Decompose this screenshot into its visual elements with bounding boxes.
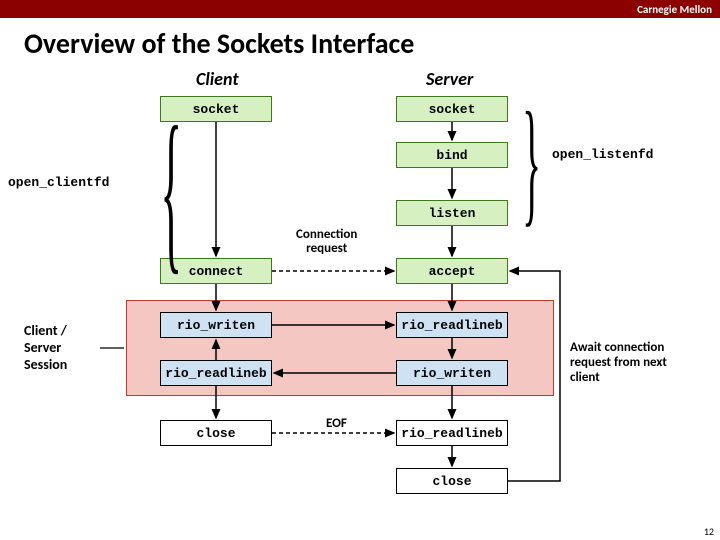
box-bind: bind (396, 142, 508, 168)
box-server-rio-writen: rio_writen (396, 360, 508, 386)
box-client-rio-writen: rio_writen (160, 312, 272, 338)
box-server-rio-readlineb-2: rio_readlineb (396, 420, 508, 446)
box-listen: listen (396, 200, 508, 226)
box-server-socket: socket (396, 96, 508, 122)
label-await: Await connection request from next clien… (570, 340, 680, 385)
server-column-header: Server (426, 68, 473, 90)
box-client-close: close (160, 420, 272, 446)
slide-title: Overview of the Sockets Interface (24, 26, 720, 61)
box-server-close: close (396, 468, 508, 494)
label-open-clientfd: open_clientfd (8, 175, 109, 190)
top-bar: Carnegie Mellon (0, 0, 720, 18)
brace-clientfd: { (160, 92, 182, 287)
box-server-rio-readlineb: rio_readlineb (396, 312, 508, 338)
page-number: 12 (704, 525, 714, 538)
client-column-header: Client (196, 68, 239, 90)
label-connection-request: Connection request (296, 228, 357, 256)
label-session: Client /ServerSession (24, 322, 104, 373)
brace-listenfd: } (522, 92, 541, 232)
label-eof: EOF (326, 416, 347, 431)
brand-label: Carnegie Mellon (637, 3, 712, 16)
box-client-rio-readlineb: rio_readlineb (160, 360, 272, 386)
box-accept: accept (396, 258, 508, 284)
label-open-listenfd: open_listenfd (552, 147, 653, 162)
